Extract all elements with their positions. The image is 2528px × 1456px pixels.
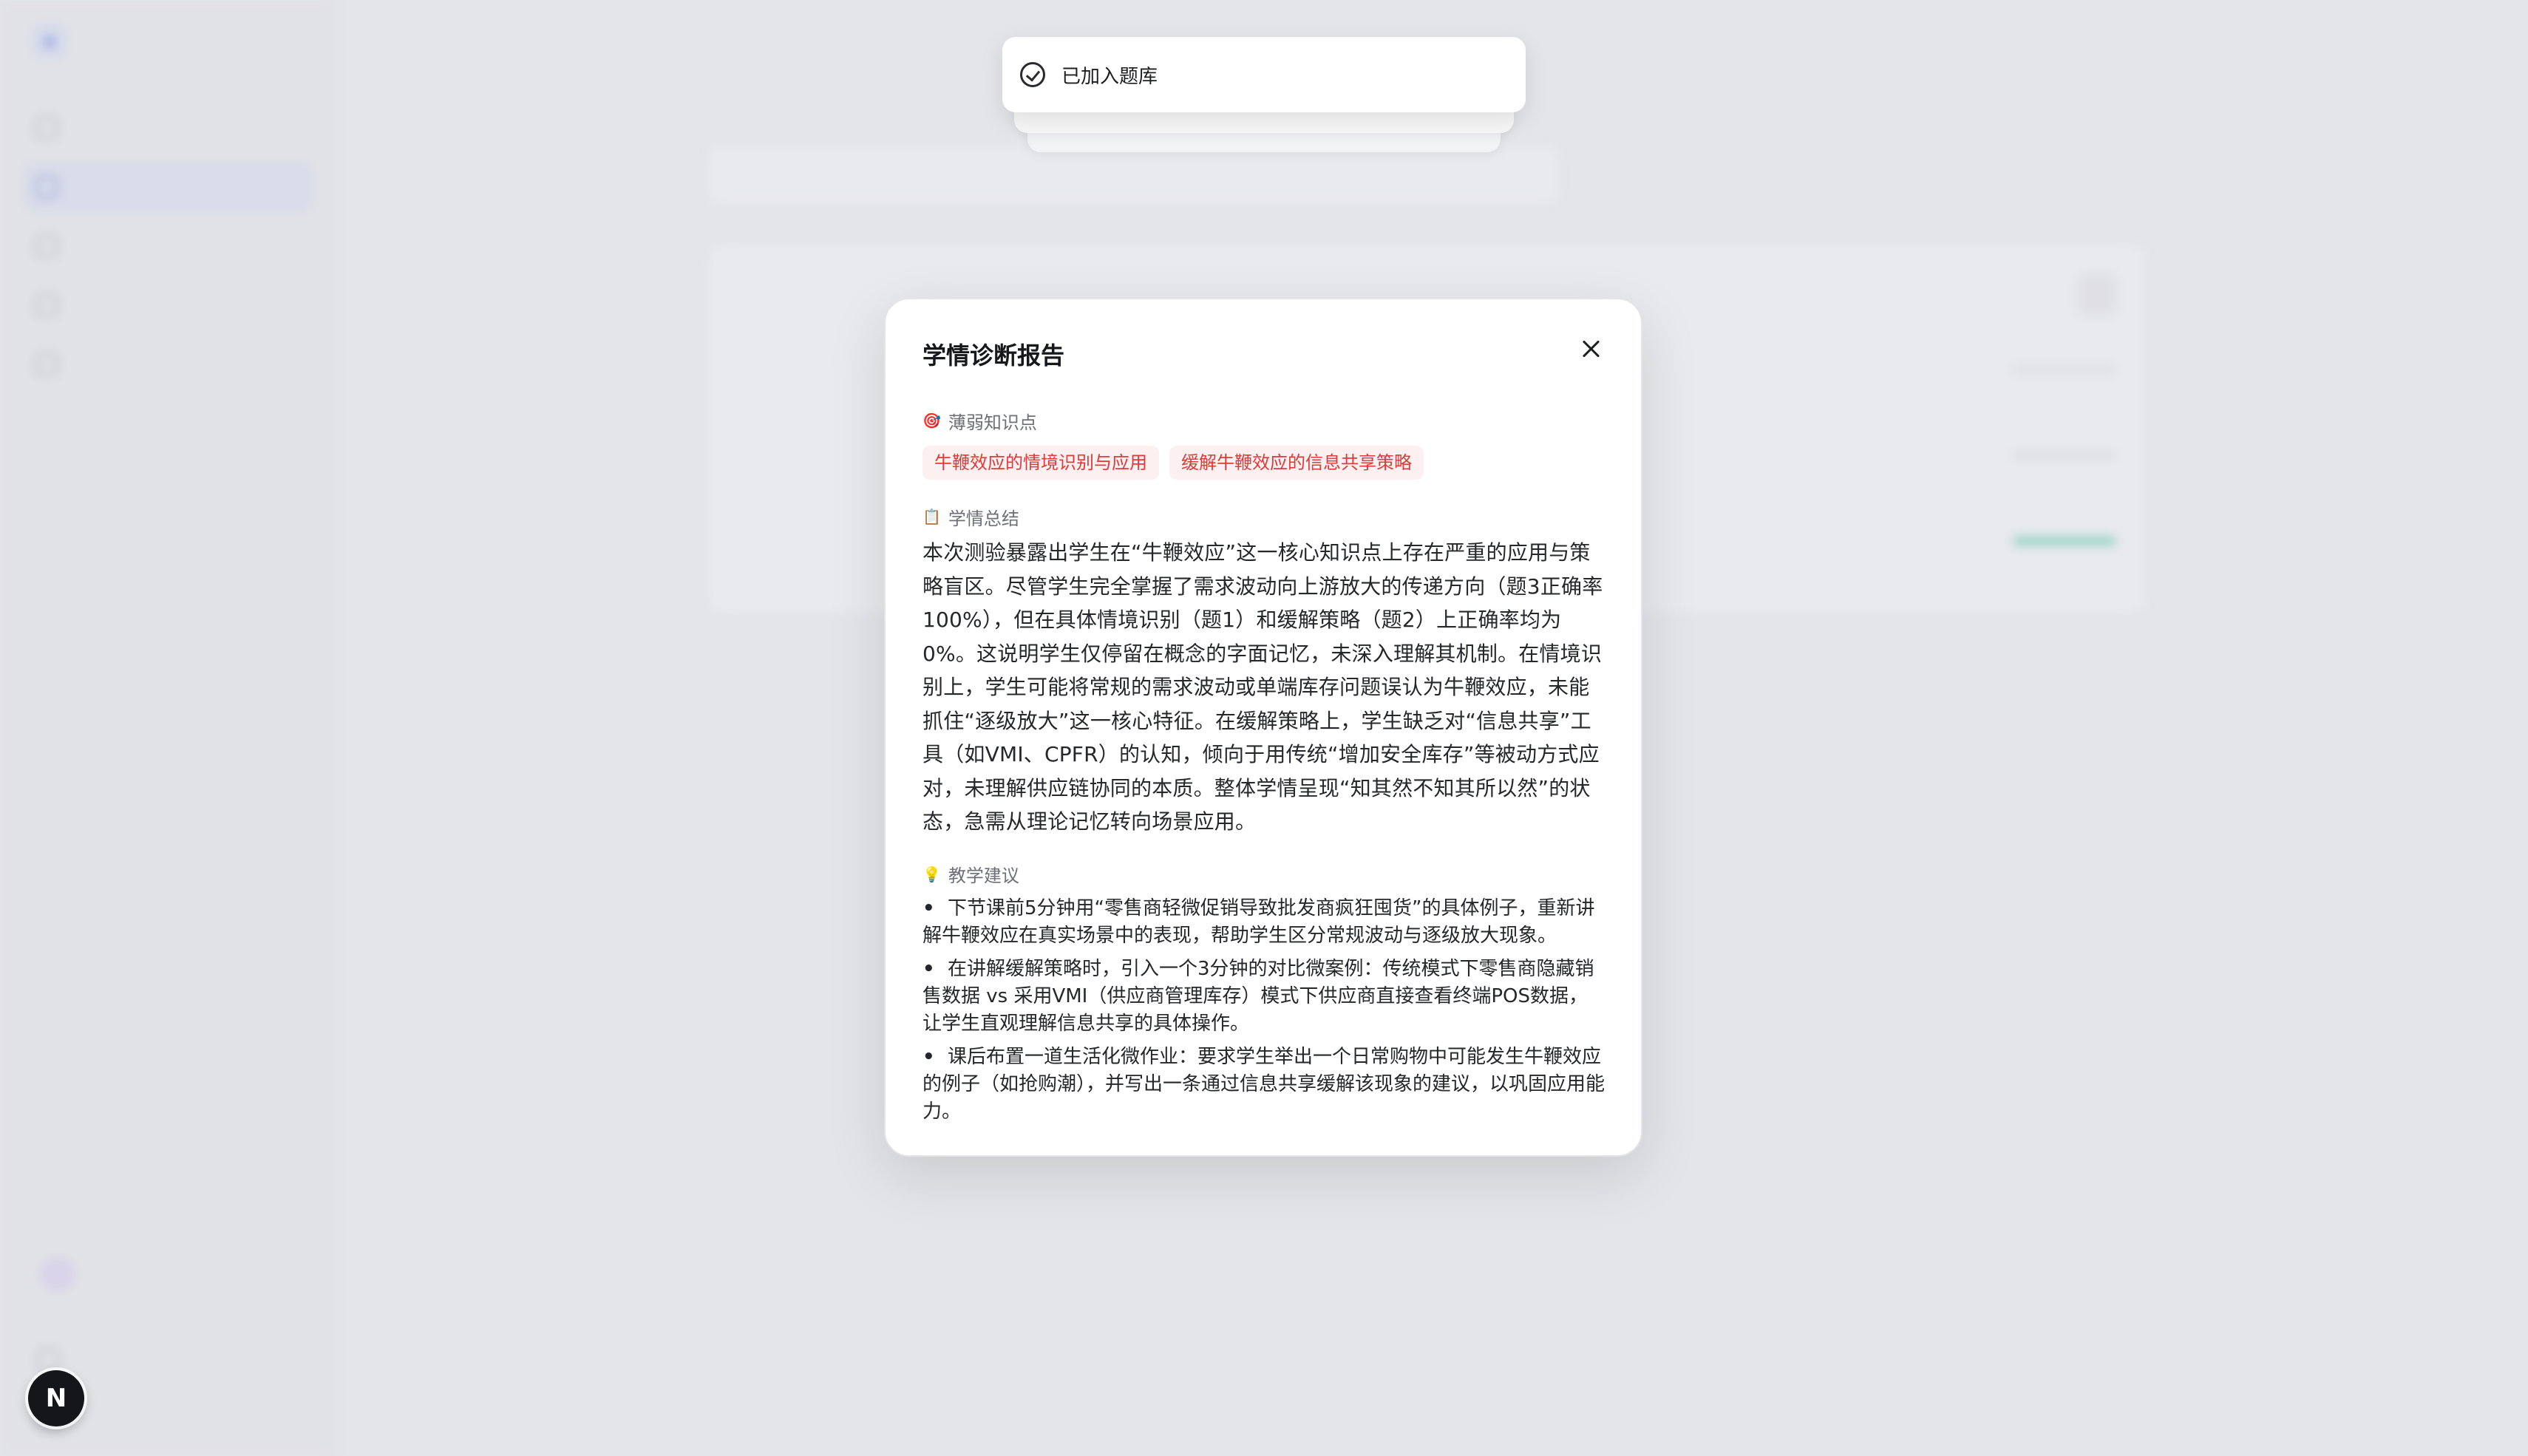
clipboard-icon: 📋 <box>922 508 941 525</box>
suggestions-label: 教学建议 <box>948 865 1019 886</box>
toast-notification: 已加入题库 <box>1002 37 1526 112</box>
suggestion-text: 课后布置一道生活化微作业：要求学生举出一个日常购物中可能发生牛鞭效应的例子（如抢… <box>922 1045 1606 1123</box>
list-item: • 课后布置一道生活化微作业：要求学生举出一个日常购物中可能发生牛鞭效应的例子（如… <box>922 1045 1606 1123</box>
check-circle-icon <box>1020 62 1045 87</box>
summary-text: 本次测验暴露出学生在“牛鞭效应”这一核心知识点上存在严重的应用与策略盲区。尽管学… <box>922 540 1603 834</box>
fab-label: N <box>45 1384 67 1413</box>
close-icon[interactable] <box>1576 335 1606 364</box>
modal-title: 学情诊断报告 <box>922 341 1065 370</box>
toast-message: 已加入题库 <box>1061 65 1158 88</box>
suggestions-section-label: 💡 教学建议 <box>922 860 1606 889</box>
weak-point-tag: 牛鞭效应的情境识别与应用 <box>922 446 1159 480</box>
weak-points-section-label: 🎯 薄弱知识点 <box>922 406 1606 435</box>
weak-points-label: 薄弱知识点 <box>948 412 1037 433</box>
target-icon: 🎯 <box>922 412 941 429</box>
assistant-fab-button[interactable]: N <box>28 1370 84 1426</box>
summary-label: 学情总结 <box>948 508 1019 529</box>
summary-section-label: 📋 学情总结 <box>922 502 1606 531</box>
weak-points-tags: 牛鞭效应的情境识别与应用 缓解牛鞭效应的信息共享策略 <box>922 446 1606 480</box>
list-item: • 下节课前5分钟用“零售商轻微促销导致批发商疯狂囤货”的具体例子，重新讲解牛鞭效… <box>922 897 1595 947</box>
weak-point-tag: 缓解牛鞭效应的信息共享策略 <box>1169 446 1424 480</box>
suggestion-text: 下节课前5分钟用“零售商轻微促销导致批发商疯狂囤货”的具体例子，重新讲解牛鞭效应… <box>922 897 1595 947</box>
lightbulb-icon: 💡 <box>922 865 941 883</box>
diagnosis-report-modal: 学情诊断报告 🎯 薄弱知识点 牛鞭效应的情境识别与应用 缓解牛鞭效应的信息共享策… <box>884 298 1642 1157</box>
suggestion-text: 在讲解缓解策略时，引入一个3分钟的对比微案例：传统模式下零售商隐藏销售数据 vs… <box>922 957 1594 1035</box>
suggestions-list: • 下节课前5分钟用“零售商轻微促销导致批发商疯狂囤货”的具体例子，重新讲解牛鞭效… <box>922 895 1606 1126</box>
list-item: • 在讲解缓解策略时，引入一个3分钟的对比微案例：传统模式下零售商隐藏销售数据 v… <box>922 957 1594 1035</box>
